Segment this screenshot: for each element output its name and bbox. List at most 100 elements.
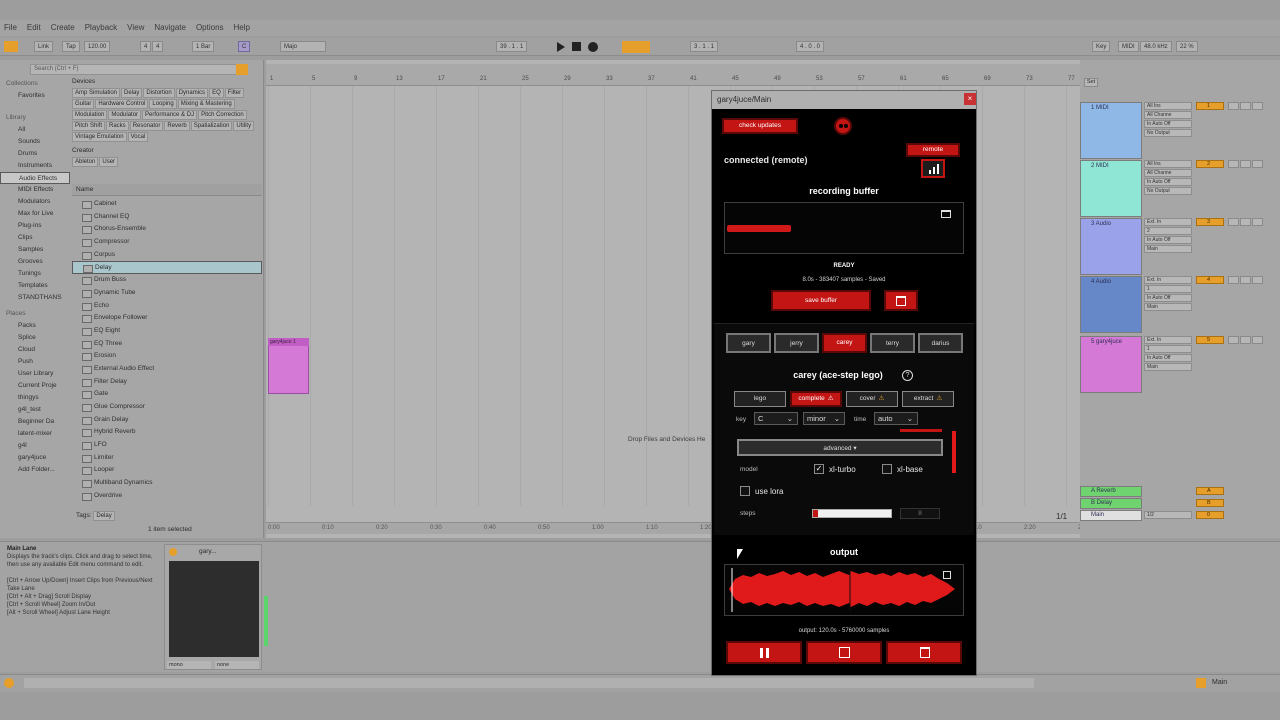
grid-icon[interactable] xyxy=(4,41,18,52)
browser-item[interactable]: External Audio Effect xyxy=(72,363,262,376)
io-select[interactable]: 1 xyxy=(1144,345,1192,353)
track-header[interactable]: 2 MIDI xyxy=(1080,160,1142,217)
name-column-header[interactable]: Name xyxy=(72,184,262,196)
device-filter-chip[interactable]: Filter xyxy=(224,88,245,98)
beat-ruler[interactable]: 1 5 9 13 17 21 25 29 33 37 41 45 49 53 57 61 65 69 73 77 xyxy=(266,74,1080,86)
track-activator[interactable]: 5 xyxy=(1196,336,1224,344)
tap-button[interactable]: Tap xyxy=(62,41,80,52)
device-filter-chip[interactable]: Pitch Correction xyxy=(198,110,247,120)
xl-turbo-checkbox[interactable]: ✓ xyxy=(814,464,824,474)
io-select[interactable]: Main xyxy=(1144,245,1192,253)
monitor-button[interactable] xyxy=(1252,102,1263,110)
return-activator[interactable]: A xyxy=(1196,487,1224,495)
device-filter-chip[interactable]: Modulator xyxy=(108,110,142,120)
stop-icon[interactable] xyxy=(572,42,581,51)
io-select[interactable]: No Output xyxy=(1144,187,1192,195)
io-select[interactable]: Ext. In xyxy=(1144,218,1192,226)
automation-arm-icon[interactable] xyxy=(622,41,650,53)
browser-item[interactable]: Drum Buss xyxy=(72,274,262,287)
filter-icon[interactable] xyxy=(236,64,248,75)
signature-denominator[interactable]: 4 xyxy=(152,41,164,52)
clear-output-button[interactable] xyxy=(886,641,962,664)
io-select[interactable]: In Auto Off xyxy=(1144,120,1192,128)
menu-create[interactable]: Create xyxy=(51,23,75,32)
device-filter-chip[interactable]: Vocal xyxy=(127,132,149,142)
io-select[interactable]: In Auto Off xyxy=(1144,178,1192,186)
browser-item[interactable]: Grain Delay xyxy=(72,414,262,427)
places-item[interactable]: gary4juce xyxy=(0,452,70,464)
play-icon[interactable] xyxy=(557,42,565,52)
io-select[interactable]: In Auto Off xyxy=(1144,354,1192,362)
browser-item[interactable]: Echo xyxy=(72,300,262,313)
browser-item[interactable]: Compressor xyxy=(72,236,262,249)
track-header[interactable]: 1 MIDI xyxy=(1080,102,1142,159)
browser-item[interactable]: Channel EQ xyxy=(72,211,262,224)
main-output-select[interactable]: 1/2 xyxy=(1144,511,1192,519)
io-select[interactable]: In Auto Off xyxy=(1144,236,1192,244)
library-item[interactable]: Plug-ins xyxy=(0,220,70,232)
library-item[interactable]: Max for Live xyxy=(0,208,70,220)
browser-item[interactable]: EQ Three xyxy=(72,338,262,351)
menu-options[interactable]: Options xyxy=(196,23,224,32)
browser-item[interactable]: Hybrid Reverb xyxy=(72,426,262,439)
set-button[interactable]: Set xyxy=(1084,78,1098,87)
io-select[interactable]: Main xyxy=(1144,363,1192,371)
advanced-toggle[interactable]: advanced ▾ xyxy=(737,439,943,456)
overview-strip[interactable] xyxy=(266,64,1080,74)
io-select[interactable]: Main xyxy=(1144,303,1192,311)
device-filter-chip[interactable]: Pitch Shift xyxy=(72,121,106,131)
places-item[interactable]: User Library xyxy=(0,368,70,380)
arm-button[interactable] xyxy=(1240,102,1251,110)
library-item[interactable]: Clips xyxy=(0,232,70,244)
device-filter-chip[interactable]: Spatialization xyxy=(190,121,233,131)
monitor-button[interactable] xyxy=(1252,218,1263,226)
arm-button[interactable] xyxy=(1240,336,1251,344)
device-filter-chip[interactable]: Resonator xyxy=(129,121,164,131)
places-item[interactable]: Push xyxy=(0,356,70,368)
io-select[interactable]: All Ins xyxy=(1144,160,1192,168)
io-select[interactable]: 1 xyxy=(1144,285,1192,293)
remote-button[interactable]: remote xyxy=(906,143,960,157)
solo-button[interactable] xyxy=(1228,276,1239,284)
library-item[interactable]: Sounds xyxy=(0,136,70,148)
close-button[interactable]: × xyxy=(964,93,976,105)
model-tab-gary[interactable]: gary xyxy=(726,333,771,353)
midi-map-button[interactable]: MIDI xyxy=(1118,41,1139,52)
io-select[interactable]: All Channe xyxy=(1144,169,1192,177)
browser-item[interactable]: Delay xyxy=(72,261,262,275)
browser-item[interactable]: Gate xyxy=(72,388,262,401)
plugin-titlebar[interactable]: gary4juce/Main × xyxy=(712,91,976,109)
return-track-header[interactable]: A Reverb xyxy=(1080,486,1142,497)
browser-item[interactable]: Glue Compressor xyxy=(72,401,262,414)
plugin-device[interactable]: gary... mono none xyxy=(164,544,262,670)
save-buffer-button[interactable]: save buffer xyxy=(771,290,871,311)
browser-search-input[interactable]: Search (Ctrl + F) xyxy=(30,64,246,75)
menu-help[interactable]: Help xyxy=(234,23,250,32)
return-track-header[interactable]: Main xyxy=(1080,510,1142,521)
io-select[interactable]: No Output xyxy=(1144,129,1192,137)
device-filter-chip[interactable]: Performance & DJ xyxy=(142,110,198,120)
library-item[interactable]: Templates xyxy=(0,280,70,292)
device-power-icon[interactable] xyxy=(169,548,177,556)
device-filter-chip[interactable]: Mixing & Mastering xyxy=(177,99,235,109)
monitor-button[interactable] xyxy=(1252,276,1263,284)
menu-edit[interactable]: Edit xyxy=(27,23,41,32)
browser-item[interactable]: Filter Delay xyxy=(72,376,262,389)
browser-item[interactable]: Chorus-Ensemble xyxy=(72,223,262,236)
io-select[interactable]: 2 xyxy=(1144,227,1192,235)
track-header[interactable]: 3 Audio xyxy=(1080,218,1142,275)
device-filter-chip[interactable]: Delay xyxy=(121,88,143,98)
arm-button[interactable] xyxy=(1240,160,1251,168)
record-icon[interactable] xyxy=(588,42,598,52)
quantize-select[interactable]: 1 Bar xyxy=(192,41,215,52)
library-item[interactable]: Instruments xyxy=(0,160,70,172)
mode-tab-complete[interactable]: complete ⚠ xyxy=(790,391,842,407)
browser-item[interactable]: Corpus xyxy=(72,249,262,262)
position-field[interactable]: 39 . 1 . 1 xyxy=(496,41,528,52)
help-icon[interactable]: ? xyxy=(902,370,913,381)
arm-button[interactable] xyxy=(1240,218,1251,226)
library-item[interactable]: All xyxy=(0,124,70,136)
return-track-header[interactable]: B Delay xyxy=(1080,498,1142,509)
browser-item[interactable]: Dynamic Tube xyxy=(72,287,262,300)
model-tab-jerry[interactable]: jerry xyxy=(774,333,819,353)
